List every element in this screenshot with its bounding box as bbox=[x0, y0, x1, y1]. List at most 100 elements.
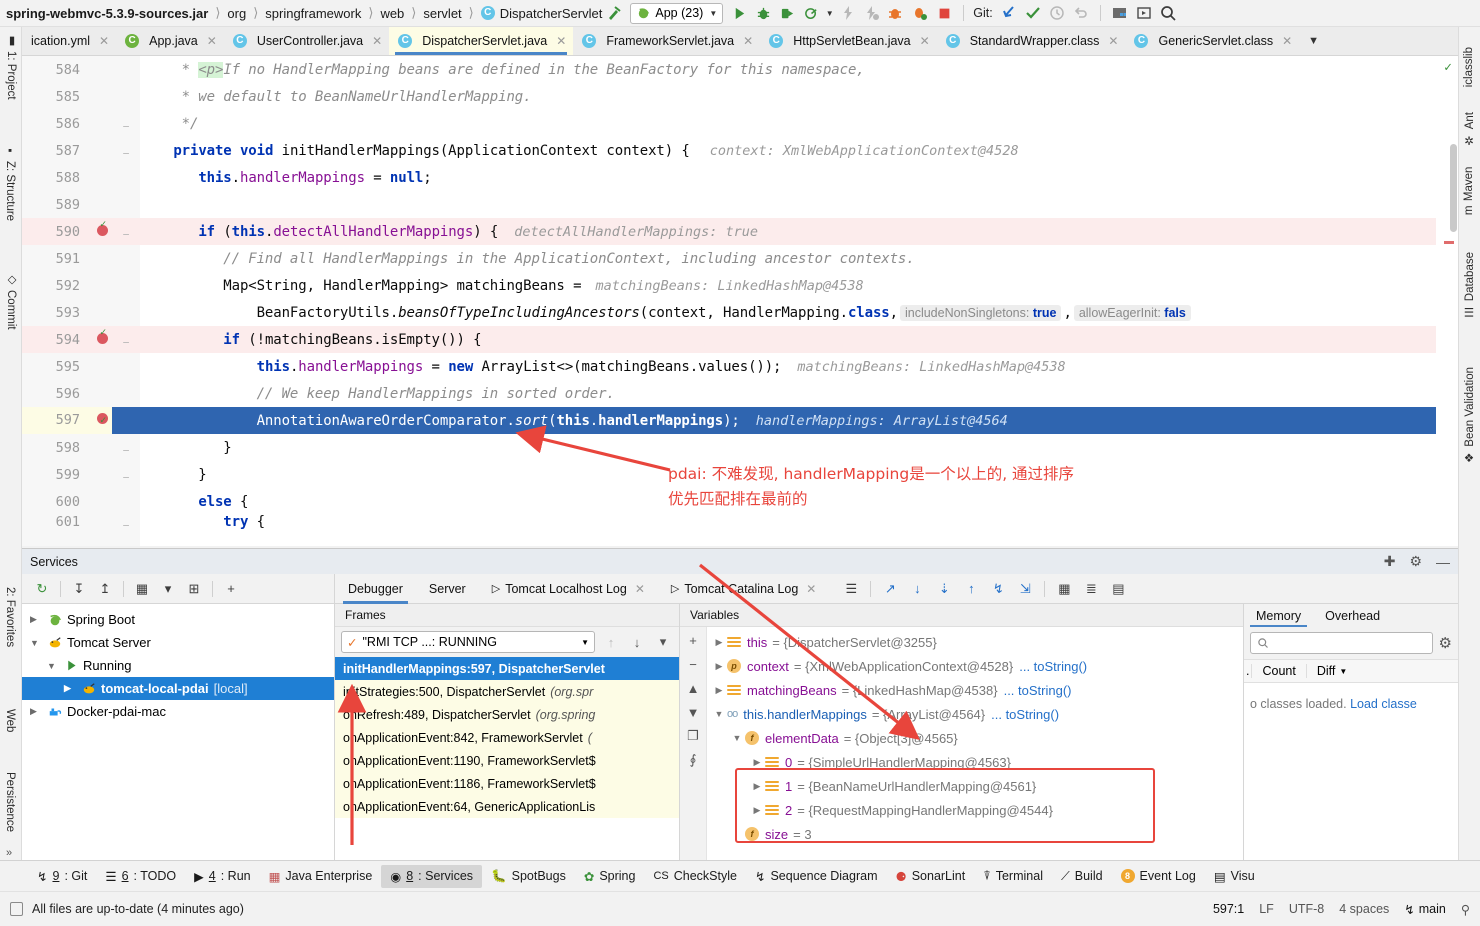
editor-tab-genericservlet-class[interactable]: C GenericServlet.class ✕ bbox=[1125, 27, 1299, 55]
group-by-icon[interactable]: ▦ bbox=[130, 578, 154, 600]
select-target-icon[interactable] bbox=[1109, 2, 1131, 24]
editor-tab-app-java[interactable]: C App.java ✕ bbox=[116, 27, 224, 55]
close-icon[interactable]: ✕ bbox=[207, 34, 217, 48]
frame-item[interactable]: onApplicationEvent:1186, FrameworkServle… bbox=[335, 772, 679, 795]
tool-window-java-enterprise[interactable]: ▦ Java Enterprise bbox=[260, 865, 382, 888]
close-icon[interactable]: ✕ bbox=[372, 34, 382, 48]
attach-debugger-icon[interactable] bbox=[885, 2, 907, 24]
fold-minus-icon[interactable]: ⚊ bbox=[112, 117, 140, 130]
attach-debugger-alt-icon[interactable] bbox=[909, 2, 931, 24]
close-icon[interactable]: ✕ bbox=[1108, 34, 1118, 48]
chevron-down-icon[interactable]: ▼ bbox=[581, 638, 589, 647]
code-line[interactable]: 594 ⚊ if (!matchingBeans.isEmpty()) { bbox=[22, 326, 1436, 353]
sidebar-item-persistence[interactable]: Persistence bbox=[4, 772, 16, 832]
tool-window-sonarlint[interactable]: ⚈ SonarLint bbox=[886, 865, 974, 888]
step-over-icon[interactable]: ↗ bbox=[878, 578, 902, 600]
sidebar-item-web[interactable]: Web bbox=[4, 709, 16, 732]
tool-window-run[interactable]: ▶ 4: Run bbox=[185, 865, 259, 888]
editor-tab-httpservletbean-java[interactable]: C HttpServletBean.java ✕ bbox=[760, 27, 937, 55]
tab-memory[interactable]: Memory bbox=[1244, 604, 1313, 627]
close-icon[interactable]: ✕ bbox=[1282, 34, 1292, 48]
chevron-right-icon[interactable]: ▶ bbox=[711, 661, 727, 672]
move-up-icon[interactable]: ▲ bbox=[683, 679, 703, 697]
fold-slot[interactable]: ⚊ bbox=[112, 468, 140, 481]
column-diff[interactable]: Diff ▼ bbox=[1306, 664, 1357, 678]
breadcrumb-part-org[interactable]: org bbox=[227, 6, 246, 21]
code-line[interactable]: 587 ⚊ private void initHandlerMappings(A… bbox=[22, 137, 1436, 164]
frame-item[interactable]: initStrategies:500, DispatcherServlet (o… bbox=[335, 680, 679, 703]
tool-window-sequence-diagram[interactable]: ↯ Sequence Diagram bbox=[746, 865, 887, 888]
add-tab-icon[interactable]: ⊞ bbox=[182, 578, 206, 600]
fold-minus-icon[interactable]: ⚊ bbox=[112, 144, 140, 157]
breakpoint-icon[interactable] bbox=[92, 407, 112, 434]
frame-item[interactable]: onApplicationEvent:1190, FrameworkServle… bbox=[335, 749, 679, 772]
variable-row[interactable]: ▶ p context = {XmlWebApplicationContext@… bbox=[707, 654, 1243, 678]
add-icon[interactable]: + bbox=[219, 578, 243, 600]
frame-item[interactable]: onApplicationEvent:64, GenericApplicatio… bbox=[335, 795, 679, 818]
editor-tab-dispatcherservlet-java[interactable]: C DispatcherServlet.java ✕ bbox=[389, 27, 573, 55]
sidebar-item-database[interactable]: ☰ Database bbox=[1463, 252, 1477, 319]
chevron-right-icon[interactable]: ▶ bbox=[30, 706, 43, 717]
chevron-down-icon[interactable]: ▼ bbox=[30, 638, 43, 648]
breadcrumb-class[interactable]: DispatcherServlet bbox=[500, 6, 603, 21]
sidebar-item-ant[interactable]: ✲ Ant bbox=[1463, 112, 1477, 147]
code-line[interactable]: 592 Map<String, HandlerMapping> matching… bbox=[22, 272, 1436, 299]
git-branch[interactable]: ↯ main bbox=[1404, 902, 1446, 917]
breadcrumb-part-servlet[interactable]: servlet bbox=[423, 6, 461, 21]
chevron-down-icon[interactable]: ▼ bbox=[729, 733, 745, 743]
profile-icon[interactable] bbox=[800, 2, 822, 24]
tree-node-tomcat-local-pdai[interactable]: ▶ tomcat-local-pdai [local] bbox=[22, 677, 334, 700]
drop-frame-icon[interactable]: ↯ bbox=[986, 578, 1010, 600]
search-everywhere-icon[interactable] bbox=[1157, 2, 1179, 24]
chevron-down-icon[interactable]: ▼ bbox=[824, 2, 835, 24]
code-line[interactable]: 590 ⚊ if (this.detectAllHandlerMappings)… bbox=[22, 218, 1436, 245]
frame-item[interactable]: onRefresh:489, DispatcherServlet (org.sp… bbox=[335, 703, 679, 726]
update-project-icon[interactable] bbox=[998, 2, 1020, 24]
chevron-down-icon[interactable]: ▼ bbox=[1299, 27, 1328, 55]
sidebar-item-maven[interactable]: m Maven bbox=[1463, 167, 1475, 215]
debug-icon[interactable] bbox=[752, 2, 774, 24]
add-service-icon[interactable]: ✚ bbox=[1384, 553, 1396, 570]
settings-icon[interactable]: ≣ bbox=[1079, 578, 1103, 600]
fold-minus-icon[interactable]: ⚊ bbox=[112, 225, 140, 238]
fold-minus-icon[interactable]: ⚊ bbox=[112, 333, 140, 346]
variable-row[interactable]: ▼ oo this.handlerMappings = {ArrayList@4… bbox=[707, 702, 1243, 726]
close-icon[interactable]: ✕ bbox=[920, 34, 930, 48]
chevron-down-icon[interactable]: ▼ bbox=[711, 709, 727, 719]
column-count[interactable]: Count bbox=[1251, 664, 1305, 678]
caret-position[interactable]: 597:1 bbox=[1213, 902, 1244, 916]
gear-icon[interactable]: ⚙ bbox=[1409, 553, 1422, 570]
build-hammer-icon[interactable] bbox=[603, 2, 625, 24]
gear-icon[interactable]: ⚙ bbox=[1439, 634, 1452, 652]
expand-all-icon[interactable]: ↧ bbox=[67, 578, 91, 600]
tab-tomcat-localhost-log[interactable]: ▷ Tomcat Localhost Log ✕ bbox=[479, 574, 658, 604]
chevron-right-icon[interactable]: ▶ bbox=[711, 637, 727, 648]
editor-scrollbar[interactable] bbox=[1450, 144, 1457, 232]
tool-window-todo[interactable]: ☰ 6: TODO bbox=[96, 865, 185, 888]
chevron-right-icon[interactable]: ▶ bbox=[30, 614, 43, 625]
load-classes-link[interactable]: Load classe bbox=[1350, 697, 1417, 711]
step-into-icon[interactable]: ↓ bbox=[905, 578, 929, 600]
editor-tab-frameworkservlet-java[interactable]: C FrameworkServlet.java ✕ bbox=[573, 27, 760, 55]
code-line[interactable]: 591 // Find all HandlerMappings in the A… bbox=[22, 245, 1436, 272]
close-icon[interactable]: ✕ bbox=[635, 582, 645, 596]
frame-item[interactable]: onApplicationEvent:842, FrameworkServlet… bbox=[335, 726, 679, 749]
close-icon[interactable]: ✕ bbox=[806, 582, 816, 596]
variable-row[interactable]: ▶ matchingBeans = {LinkedHashMap@4538} .… bbox=[707, 678, 1243, 702]
minimize-icon[interactable]: — bbox=[1436, 554, 1450, 570]
services-tree[interactable]: ▶ Spring Boot ▼ Tomcat Server ▼ Running … bbox=[22, 604, 335, 861]
breakpoint-icon[interactable] bbox=[92, 333, 112, 347]
code-line[interactable]: 586 ⚊ */ bbox=[22, 110, 1436, 137]
evaluate-expression-icon[interactable]: ▦ bbox=[1052, 578, 1076, 600]
add-watch-icon[interactable]: + bbox=[683, 631, 703, 649]
tool-window-git[interactable]: ↯ 9: Git bbox=[28, 865, 96, 888]
tool-window-terminal[interactable]: ⍒ Terminal bbox=[974, 865, 1052, 888]
frame-list[interactable]: initHandlerMappings:597, DispatcherServl… bbox=[335, 657, 679, 818]
code-line[interactable]: 588 this.handlerMappings = null; bbox=[22, 164, 1436, 191]
tostring-link[interactable]: ... toString() bbox=[991, 707, 1059, 722]
rerun-icon[interactable]: ↻ bbox=[30, 578, 54, 600]
tool-window-checkstyle[interactable]: CS CheckStyle bbox=[644, 865, 746, 887]
run-configuration-selector[interactable]: App (23) ▼ bbox=[630, 3, 723, 24]
code-line[interactable]: 595 this.handlerMappings = new ArrayList… bbox=[22, 353, 1436, 380]
code-line[interactable]: 593 BeanFactoryUtils.beansOfTypeIncludin… bbox=[22, 299, 1436, 326]
